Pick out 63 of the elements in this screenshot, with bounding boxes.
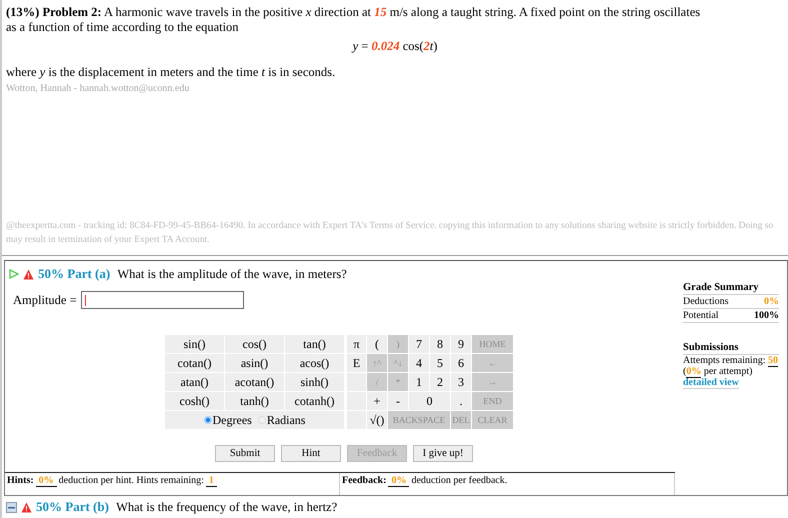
keypad-key[interactable]: 3: [451, 373, 471, 391]
radio-button[interactable]: [204, 416, 212, 424]
keypad-key[interactable]: 8: [430, 335, 450, 353]
notice-text: @theexpertta.com - tracking id: 8C84-FD-99-45-BB64-16490. In accordance with Expert TA's Terms of Service. copying this information to any solutions sharing website is strictly forbidden. Doing so may result in termination of your Expert TA Account.: [6, 220, 774, 247]
keypad-key[interactable]: -: [388, 392, 408, 410]
expand-arrow-icon[interactable]: [9, 269, 19, 279]
keypad-key[interactable]: 6: [451, 354, 471, 372]
keypad-key[interactable]: .: [451, 392, 471, 410]
action-button[interactable]: Hint: [281, 445, 341, 462]
keypad-key[interactable]: 4: [409, 354, 429, 372]
text-cursor: [84, 294, 86, 306]
problem-text: (13%) Problem 2: A harmonic wave travels in the positive x direction at 15 m/s along a taught string. A fixed point on the string oscillates as a function of time according to the equation: [6, 5, 702, 35]
hints-text: Hints: 0% deduction per hint. Hints remaining: 1: [7, 475, 219, 486]
summary-value: 0%: [764, 296, 779, 307]
warning-icon: [21, 502, 32, 512]
action-button[interactable]: Submit: [215, 445, 275, 462]
author-text: Wotton, Hannah - hannah.wotton@uconn.edu: [6, 82, 190, 96]
detailed-view-link[interactable]: detailed view: [683, 377, 739, 389]
blank-key: [347, 392, 366, 410]
summary-value: 100%: [754, 310, 779, 321]
function-key[interactable]: cos(): [225, 335, 284, 353]
grade-summary-title: Grade Summary: [683, 281, 779, 295]
attempts-text: Attempts remaining: 50 (0% per attempt): [683, 355, 779, 377]
part-label: 50% Part (b): [36, 499, 109, 515]
keypad-key[interactable]: 2: [430, 373, 450, 391]
problem-text: where y is the displacement in meters and the time t is in seconds.: [6, 65, 336, 80]
function-key[interactable]: cosh(): [165, 392, 224, 410]
radio-label: Degrees: [212, 412, 252, 428]
function-key[interactable]: sin(): [165, 335, 224, 353]
function-key[interactable]: sinh(): [285, 373, 344, 391]
function-key[interactable]: acos(): [285, 354, 344, 372]
collapse-icon[interactable]: [6, 502, 17, 512]
function-key[interactable]: tan(): [285, 335, 344, 353]
summary-label: Deductions: [683, 296, 729, 307]
radio-label: Radians: [266, 412, 306, 428]
function-key[interactable]: asin(): [225, 354, 284, 372]
feedback-text: Feedback: 0% deduction per feedback.: [342, 475, 508, 486]
warning-icon: [23, 268, 34, 280]
blank-key: [347, 373, 366, 391]
question-text: What is the amplitude of the wave, in meters?: [116, 266, 347, 282]
keypad-key[interactable]: 9: [451, 335, 471, 353]
answer-label: Amplitude =: [13, 292, 77, 308]
keypad-key[interactable]: 1: [409, 373, 429, 391]
summary-label: Potential: [683, 310, 719, 321]
keypad-key[interactable]: 5: [430, 354, 450, 372]
keypad-key[interactable]: π: [347, 335, 366, 353]
equation: y = 0.024 cos(2t): [350, 39, 438, 54]
submissions-title: Submissions: [683, 341, 779, 355]
keypad-key[interactable]: 7: [409, 335, 429, 353]
question-text: What is the frequency of the wave, in hertz?: [115, 500, 338, 514]
part-label: 50% Part (a): [38, 266, 110, 282]
keypad-key[interactable]: +: [367, 392, 387, 410]
keypad-key[interactable]: 0: [409, 392, 450, 410]
action-button[interactable]: I give up!: [413, 445, 473, 462]
function-key[interactable]: acotan(): [225, 373, 284, 391]
function-key[interactable]: cotan(): [165, 354, 224, 372]
answer-field[interactable]: [80, 291, 244, 309]
keypad-key[interactable]: √(): [367, 411, 387, 429]
keypad-key[interactable]: E: [347, 354, 366, 372]
function-key[interactable]: cotanh(): [285, 392, 344, 410]
keypad-key[interactable]: (: [367, 335, 387, 353]
function-key[interactable]: tanh(): [225, 392, 284, 410]
function-key[interactable]: atan(): [165, 373, 224, 391]
